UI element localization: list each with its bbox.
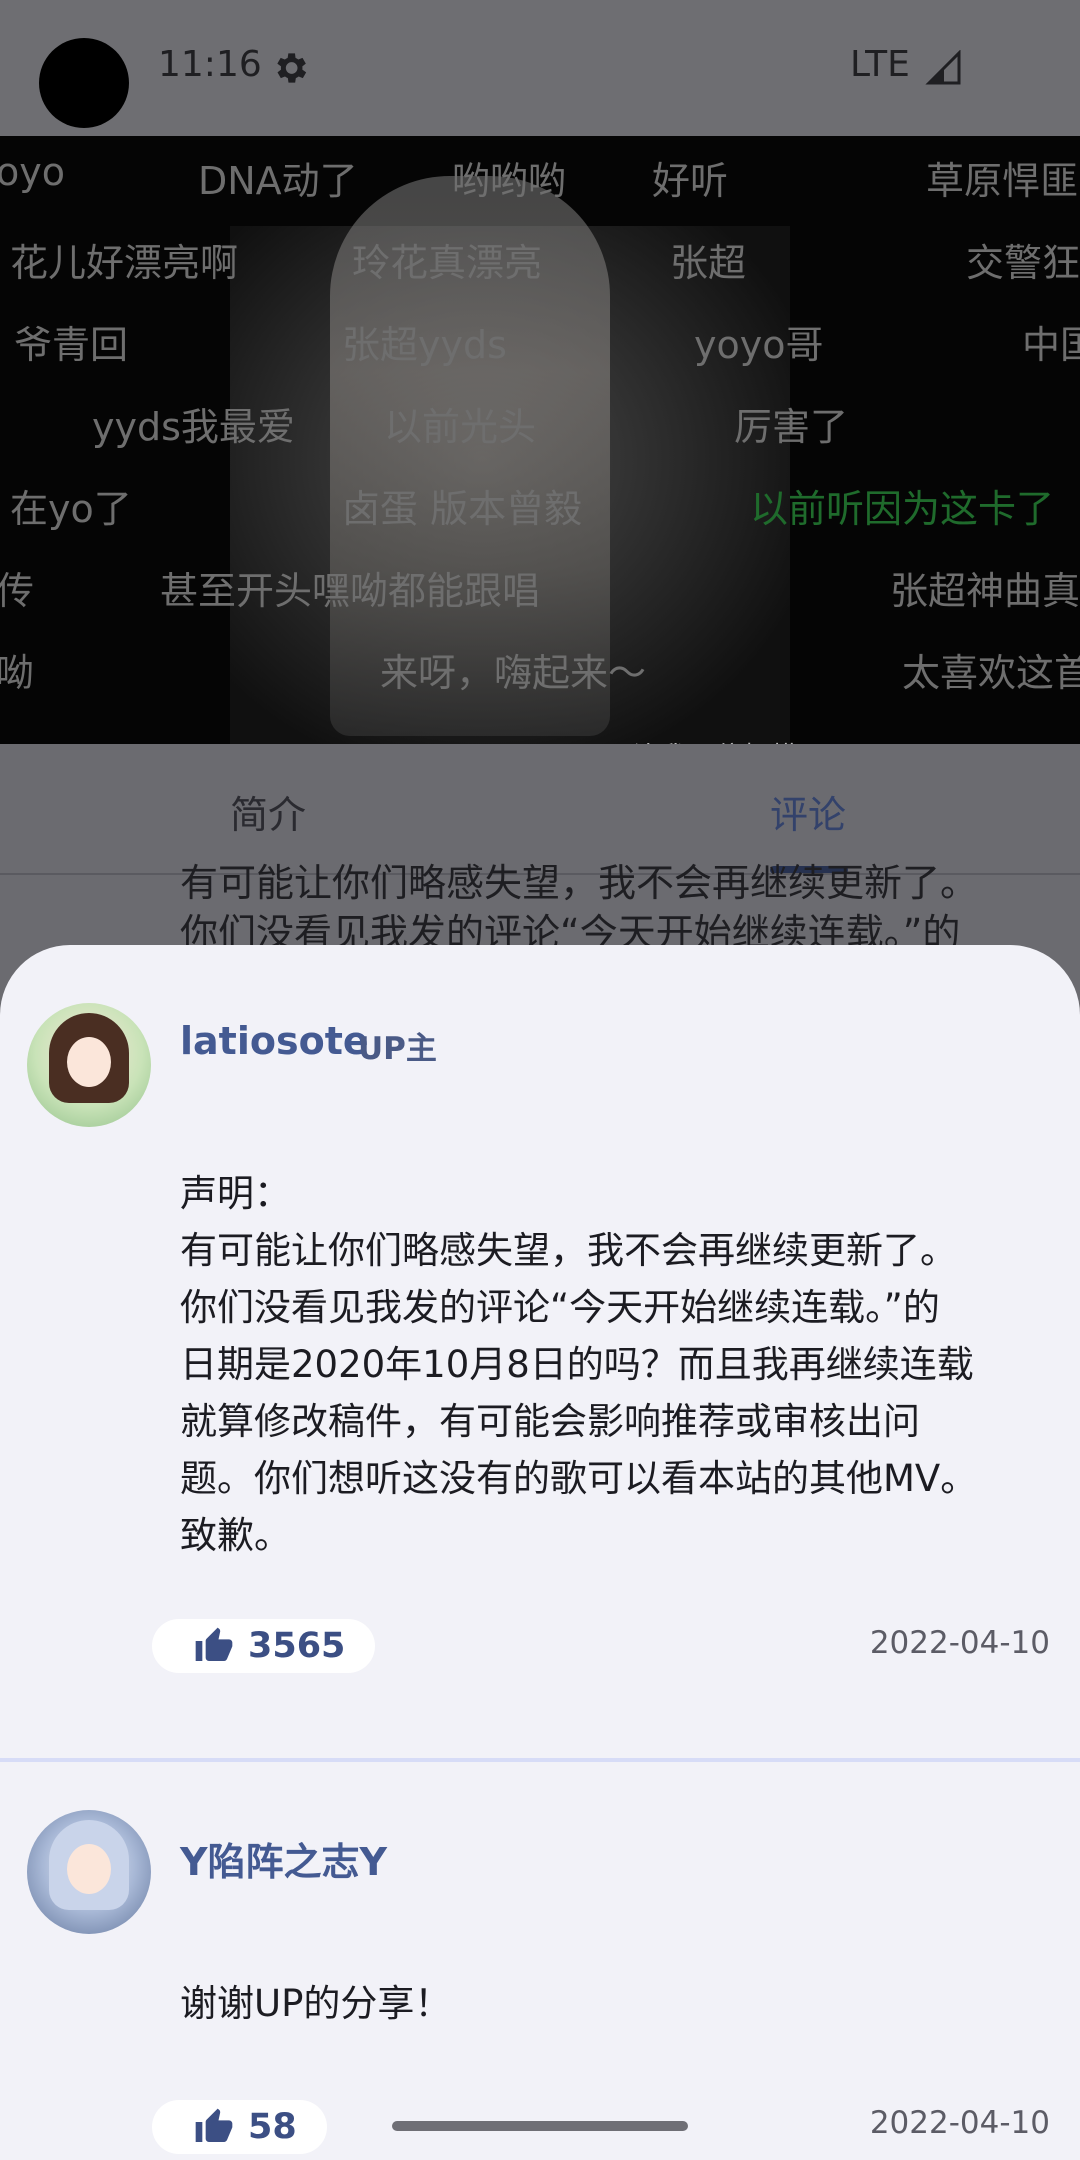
danmaku-item: 来呀，嗨起来～ [380, 651, 647, 695]
like-button[interactable]: 3565 [152, 1619, 376, 1673]
comment-line: 题。你们想听这没有的歌可以看本站的其他MV。 [180, 1457, 978, 1500]
comment-line: 日期是2020年10月8日的吗？而且我再继续连载 [180, 1343, 974, 1386]
username[interactable]: latiosote [180, 1019, 369, 1063]
danmaku-item: yoyo哥 [694, 323, 824, 367]
background-comment-line: 有可能让你们略感失望，我不会再继续更新了。 [180, 861, 979, 905]
gesture-handle[interactable] [392, 2121, 688, 2131]
status-time: 11:16 [158, 44, 262, 85]
danmaku-item: 以前光头 [384, 405, 537, 449]
danmaku-item: oyo [0, 150, 65, 194]
status-bar: 11:16 LTE [0, 0, 1080, 136]
video-subtitle: 让我不停捉摸 [632, 736, 800, 744]
danmaku-item: 中国 [1022, 323, 1080, 367]
comment-detail-sheet[interactable]: latiosote UP主 声明： 有可能让你们略感失望，我不会再继续更新了。 … [0, 945, 1080, 2160]
comment-line: 谢谢UP的分享！ [180, 1982, 452, 2025]
danmaku-item: 爷青回 [14, 323, 129, 367]
tab-comments[interactable]: 评论 [770, 784, 846, 839]
danmaku-item: 甚至开头嘿呦都能跟唱 [160, 569, 541, 613]
danmaku-item: 草原悍匪 [926, 159, 1079, 203]
avatar-face [67, 1037, 111, 1087]
up-badge: UP主 [358, 1031, 437, 1067]
comment-text: 声明： 有可能让你们略感失望，我不会再继续更新了。 你们没看见我发的评论“今天开… [180, 1165, 1020, 1564]
comment-line: 致歉。 [180, 1514, 291, 1557]
danmaku-item: 交警狂 [966, 241, 1080, 285]
comment-separator [0, 1758, 1080, 1762]
comment-date: 2022-04-10 [869, 1625, 1050, 1661]
danmaku-item: DNA动了 [198, 159, 358, 203]
username[interactable]: Y陷阵之志Y [180, 1831, 387, 1886]
danmaku-item: 在yo了 [10, 487, 132, 531]
comment-line: 声明： [180, 1172, 291, 1215]
danmaku-item: 传 [0, 569, 35, 613]
danmaku-item: 哟哟哟 [452, 159, 567, 203]
like-count: 58 [248, 2107, 297, 2147]
thumbs-up-icon [195, 2108, 233, 2142]
danmaku-item: 张超神曲真 [890, 569, 1080, 613]
thumbs-up-icon [195, 1627, 233, 1661]
danmaku-item: 卤蛋 版本曾毅 [342, 487, 583, 531]
danmaku-item: 张超yyds [342, 323, 507, 367]
tab-intro[interactable]: 简介 [230, 784, 306, 839]
signal-icon [925, 50, 961, 85]
danmaku-item: 花儿好漂亮啊 [10, 241, 239, 285]
danmaku-item: 呦 [0, 651, 35, 695]
danmaku-item: 好听 [652, 159, 729, 203]
comment-text: 谢谢UP的分享！ [180, 1975, 1020, 2032]
like-button[interactable]: 58 [152, 2100, 327, 2154]
network-type: LTE [850, 44, 910, 85]
danmaku-item: yyds我最爱 [92, 405, 295, 449]
avatar-face [67, 1844, 111, 1894]
comment-line: 就算修改稿件，有可能会影响推荐或审核出问 [180, 1400, 920, 1443]
danmaku-item: 厉害了 [734, 405, 849, 449]
danmaku-item: 张超 [670, 241, 747, 285]
danmaku-item: 以前听因为这卡了 [750, 487, 1055, 531]
avatar[interactable] [27, 1810, 151, 1934]
video-player[interactable]: 让我不停捉摸 oyo DNA动了 哟哟哟 好听 草原悍匪 花儿好漂亮啊 玲花真漂… [0, 136, 1080, 744]
danmaku-item: 太喜欢这首 [902, 651, 1080, 695]
camera-cutout [39, 38, 129, 128]
avatar[interactable] [27, 1003, 151, 1127]
comment-line: 你们没看见我发的评论“今天开始继续连载。”的 [180, 1286, 940, 1329]
comment-line: 有可能让你们略感失望，我不会再继续更新了。 [180, 1229, 957, 1272]
gear-icon [277, 53, 307, 83]
comment-date: 2022-04-10 [869, 2105, 1050, 2141]
danmaku-item: 玲花真漂亮 [352, 241, 543, 285]
like-count: 3565 [248, 1626, 346, 1666]
